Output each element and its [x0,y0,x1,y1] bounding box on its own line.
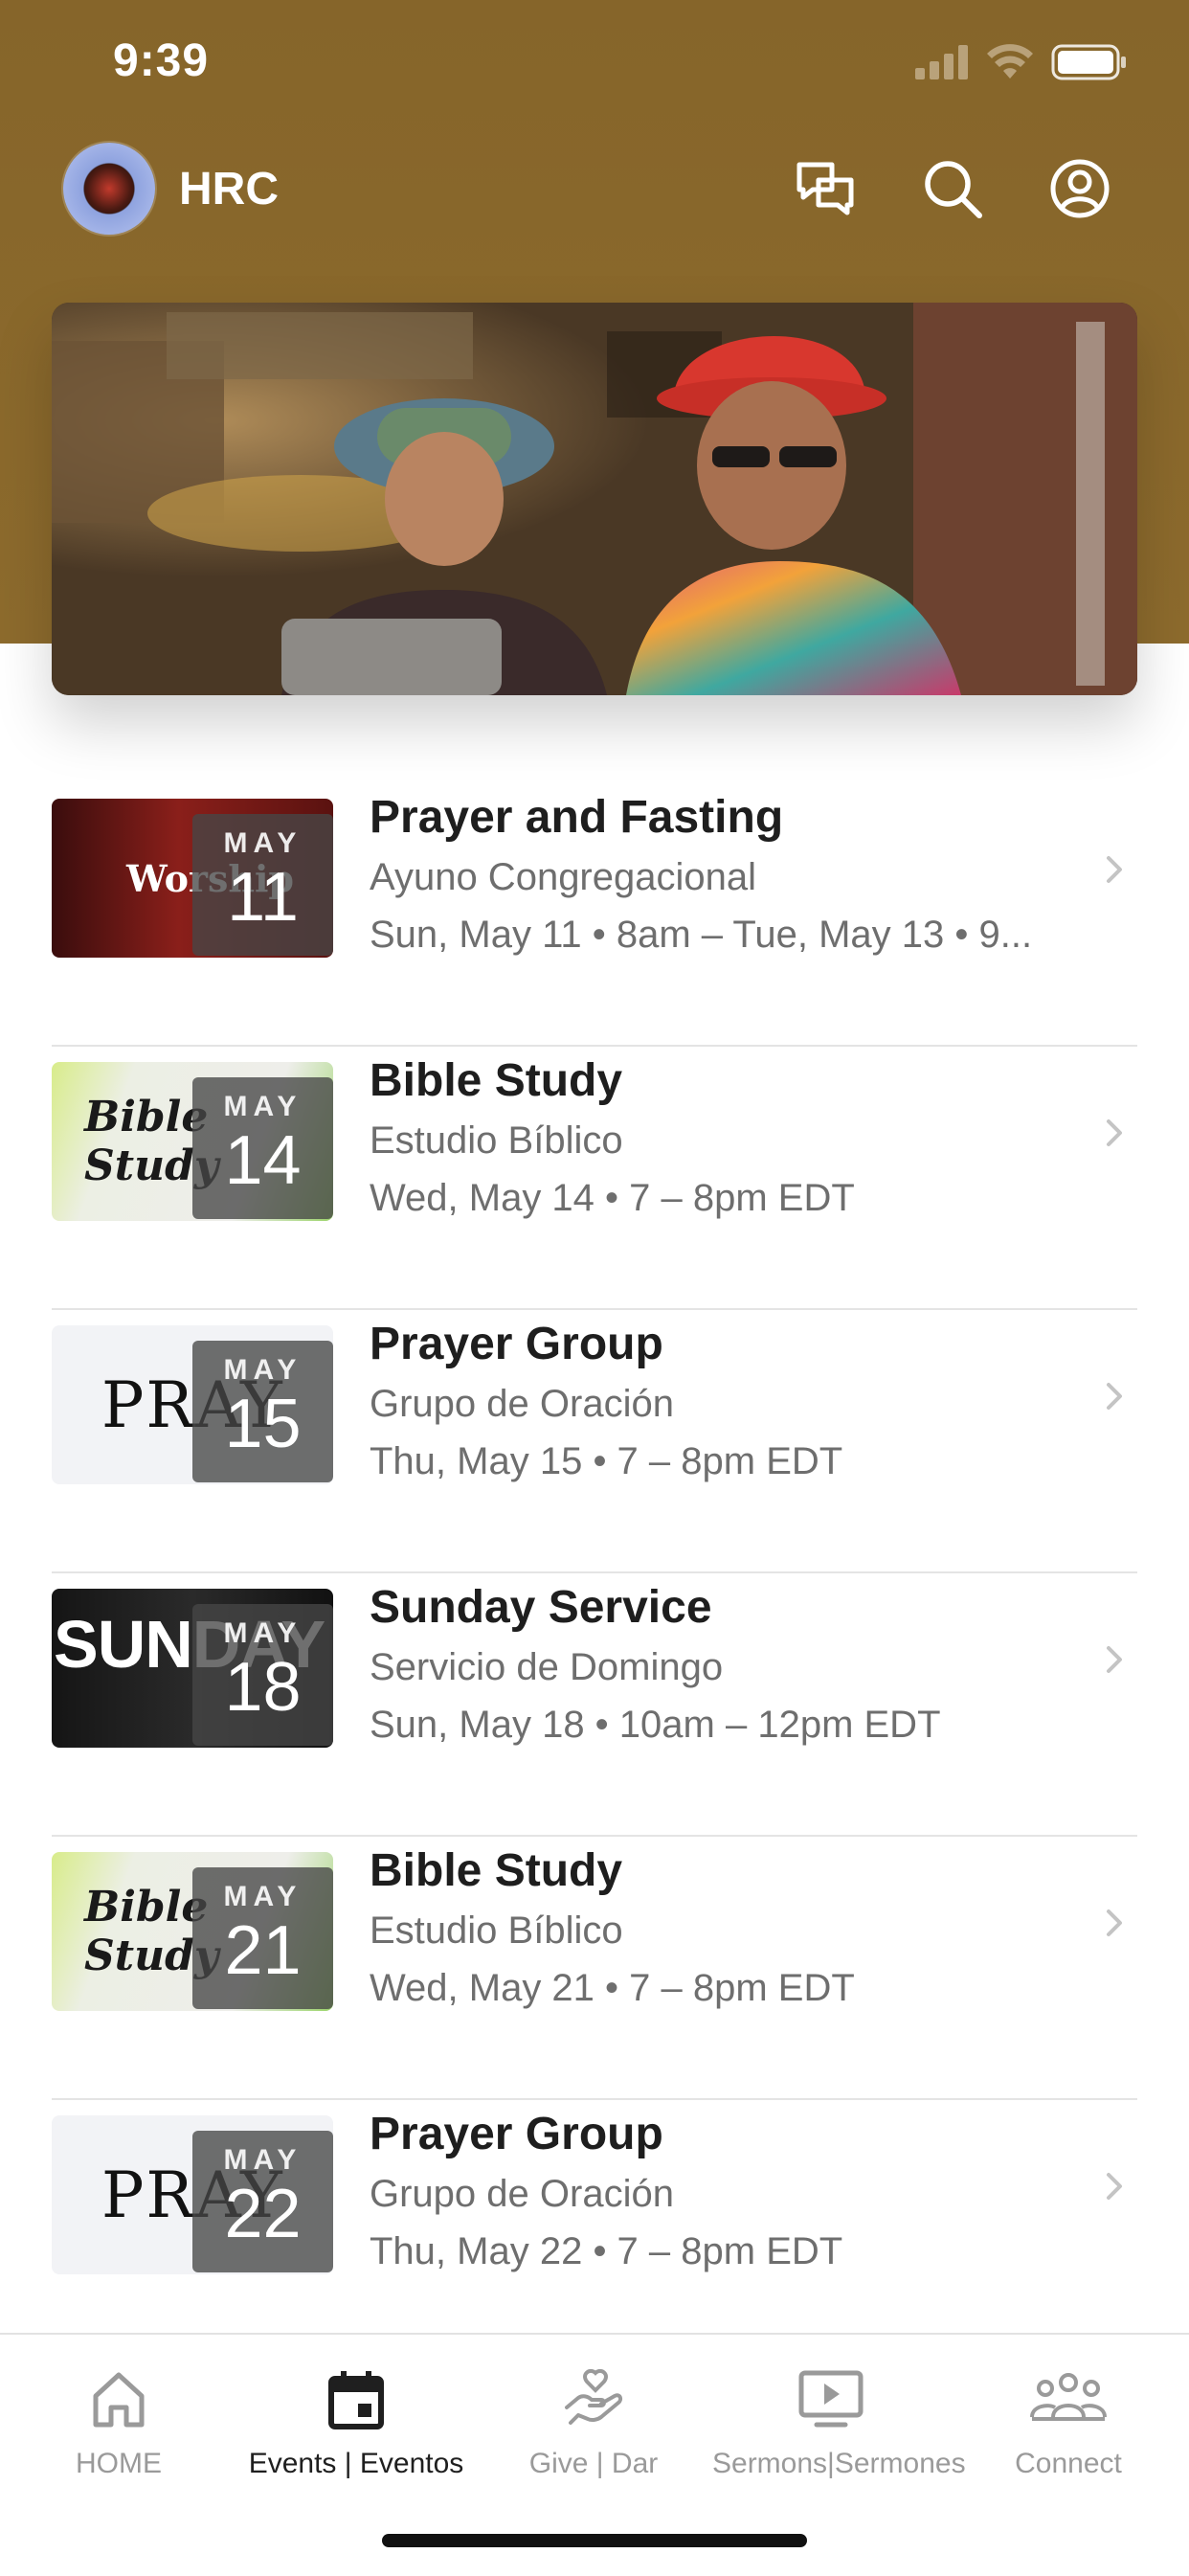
event-row[interactable]: PRAY MAY 22 Prayer Group Grupo de Oració… [52,2100,1137,2363]
event-subtitle: Grupo de Oración [370,2173,674,2215]
tv-play-icon [798,2370,864,2428]
event-time: Thu, May 15 • 7 – 8pm EDT [370,1440,843,1482]
calendar-icon [328,2371,384,2429]
date-badge: MAY 14 [192,1077,333,1219]
date-badge: MAY 18 [192,1604,333,1746]
event-thumbnail: PRAY MAY 22 [52,2115,333,2274]
status-time: 9:39 [113,35,210,86]
event-title: Bible Study [370,1055,623,1106]
event-thumbnail: PRAY MAY 15 [52,1325,333,1484]
event-thumbnail: Bible Study MAY 21 [52,1852,333,2011]
events-list: Worship MAY 11 Prayer and Fasting Ayuno … [52,783,1137,2363]
event-title: Bible Study [370,1845,623,1896]
date-month: MAY [223,2144,303,2176]
date-badge: MAY 21 [192,1867,333,2009]
group-icon [1030,2373,1107,2421]
event-thumbnail: SUNDAY MAY 18 [52,1589,333,1748]
event-row[interactable]: Bible Study MAY 14 Bible Study Estudio B… [52,1047,1137,1310]
tab-label: HOME [76,2448,162,2479]
event-time: Wed, May 14 • 7 – 8pm EDT [370,1177,855,1219]
tab-give[interactable]: Give | Dar [475,2361,712,2480]
event-subtitle: Grupo de Oración [370,1383,674,1425]
event-time: Wed, May 21 • 7 – 8pm EDT [370,1967,855,2009]
search-button[interactable] [919,155,986,222]
home-indicator [382,2534,807,2547]
chat-icon [796,162,854,215]
event-title: Prayer Group [370,1319,663,1369]
date-month: MAY [223,1881,303,1912]
event-subtitle: Ayuno Congregacional [370,856,757,898]
date-month: MAY [223,827,303,859]
chevron-right-icon [1107,1909,1122,1936]
event-thumbnail: Bible Study MAY 14 [52,1062,333,1221]
date-badge: MAY 22 [192,2131,333,2272]
date-day: 22 [224,2176,302,2252]
date-badge: MAY 15 [192,1341,333,1482]
event-time: Thu, May 22 • 7 – 8pm EDT [370,2230,843,2272]
chevron-right-icon [1107,1383,1122,1410]
date-day: 18 [224,1649,302,1726]
account-icon [1050,159,1110,218]
tab-home[interactable]: HOME [0,2361,237,2480]
battery-icon [1051,44,1126,80]
search-icon [925,161,982,218]
chevron-right-icon [1107,856,1122,883]
tab-sermons[interactable]: Sermons|Sermones [712,2361,966,2480]
date-day: 14 [224,1122,302,1199]
event-thumbnail: Worship MAY 11 [52,799,333,958]
give-hand-heart-icon [565,2369,623,2425]
event-time: Sun, May 18 • 10am – 12pm EDT [370,1704,941,1746]
event-subtitle: Estudio Bíblico [370,1119,623,1162]
date-day: 11 [227,859,299,936]
chevron-right-icon [1107,1119,1122,1146]
chevron-right-icon [1107,1646,1122,1673]
tab-label: Connect [1015,2448,1122,2479]
event-row[interactable]: PRAY MAY 15 Prayer Group Grupo de Oració… [52,1310,1137,1573]
chat-button[interactable] [793,155,860,222]
event-title: Prayer and Fasting [370,792,784,843]
event-title: Prayer Group [370,2109,663,2159]
logo-emblem-icon [84,164,134,214]
org-name: HRC [179,164,279,215]
date-day: 15 [224,1386,302,1462]
tab-events[interactable]: Events | Eventos [237,2361,475,2480]
hero-banner-image[interactable] [52,303,1137,695]
event-time: Sun, May 11 • 8am – Tue, May 13 • 9... [370,914,1033,956]
date-month: MAY [223,1354,303,1386]
date-month: MAY [223,1617,303,1649]
tab-connect[interactable]: Connect [950,2361,1187,2480]
date-day: 21 [224,1912,302,1989]
tab-label: Give | Dar [528,2448,659,2479]
event-subtitle: Servicio de Domingo [370,1646,724,1688]
date-month: MAY [223,1091,303,1122]
hero-photo [52,303,1137,695]
tab-label: Sermons|Sermones [712,2448,966,2479]
event-row[interactable]: Bible Study MAY 21 Bible Study Estudio B… [52,1837,1137,2100]
home-icon [93,2372,145,2428]
event-row[interactable]: SUNDAY MAY 18 Sunday Service Servicio de… [52,1573,1137,1837]
date-badge: MAY 11 [192,814,333,956]
tab-label: Events | Eventos [248,2448,464,2479]
account-button[interactable] [1046,155,1113,222]
status-icons [915,44,1128,80]
church-logo-avatar[interactable] [63,143,155,235]
event-title: Sunday Service [370,1582,712,1633]
chevron-right-icon [1107,2173,1122,2200]
wifi-icon [987,44,1033,79]
cellular-signal-icon [915,45,968,79]
event-row[interactable]: Worship MAY 11 Prayer and Fasting Ayuno … [52,783,1137,1047]
event-subtitle: Estudio Bíblico [370,1909,623,1952]
